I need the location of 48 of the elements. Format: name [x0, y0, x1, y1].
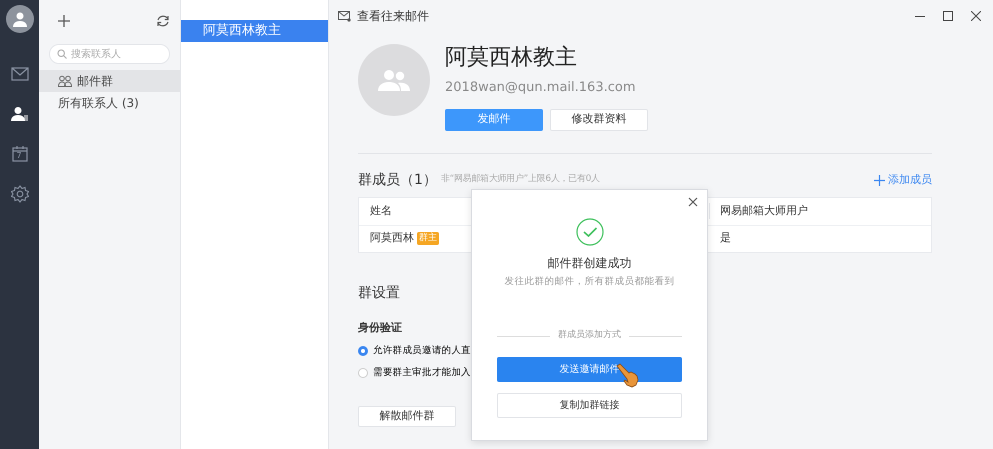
close-button[interactable] [687, 196, 699, 208]
edit-group-button[interactable]: 修改群资料 [550, 108, 648, 130]
close-button[interactable] [969, 9, 983, 23]
copy-link-button[interactable]: 复制加群链接 [497, 392, 682, 418]
calendar-icon [12, 146, 28, 162]
user-avatar[interactable] [6, 5, 34, 33]
plus-icon [874, 174, 885, 186]
send-invite-button[interactable]: 发送邀请邮件 [497, 356, 682, 382]
radio-option[interactable]: 需要群主审批才能加入 [358, 366, 472, 380]
add-button[interactable] [57, 14, 71, 28]
contacts-icon [10, 106, 28, 122]
member-name: 阿莫西林 [370, 230, 414, 246]
close-icon [971, 11, 981, 21]
category-item[interactable]: 邮件群 [39, 70, 180, 92]
mail-icon [10, 67, 28, 81]
section-title: 群成员（1） [358, 170, 437, 190]
category-item[interactable]: 所有联系人 (3) [39, 92, 180, 114]
group-name: 阿莫西林教主 [445, 44, 578, 72]
settings-icon [10, 185, 28, 203]
person-icon [12, 11, 28, 27]
setting-label: 身份验证 [358, 320, 402, 336]
close-icon [687, 196, 699, 208]
calendar-day: 7 [16, 150, 22, 162]
success-check-icon [576, 218, 604, 246]
window-title: 查看往来邮件 [357, 8, 429, 25]
group-icon [58, 75, 72, 87]
mail-history-icon [338, 10, 351, 22]
member-limit-hint: 非“网易邮箱大师用户”上限6人，已有0人 [440, 173, 600, 186]
people-icon [377, 69, 411, 91]
maximize-button[interactable] [941, 9, 955, 23]
maximize-icon [943, 11, 953, 21]
group-list-item[interactable]: 阿莫西林教主 [181, 20, 328, 42]
refresh-icon [156, 14, 170, 28]
owner-badge: 群主 [417, 232, 439, 245]
section-title: 群设置 [358, 284, 400, 302]
search-field[interactable]: 搜索联系人 [49, 44, 170, 64]
dialog-message: 发往此群的邮件，所有群成员都能看到 [504, 275, 674, 289]
radio-option[interactable]: 允许群成员邀请的人直 [358, 344, 472, 358]
column-header: 网易邮箱大师用户 [709, 202, 808, 220]
group-email: 2018wan@qun.mail.163.com [445, 79, 636, 97]
disband-button[interactable]: 解散邮件群 [358, 406, 456, 426]
divider-label: 群成员添加方式 [558, 329, 621, 342]
dialog-title: 邮件群创建成功 [548, 255, 632, 272]
plus-icon [57, 14, 71, 28]
column-header: 姓名 [369, 202, 393, 219]
table-cell-text: 是 [719, 230, 731, 246]
nav-button[interactable]: 7 [6, 141, 32, 167]
refresh-button[interactable] [156, 14, 170, 28]
